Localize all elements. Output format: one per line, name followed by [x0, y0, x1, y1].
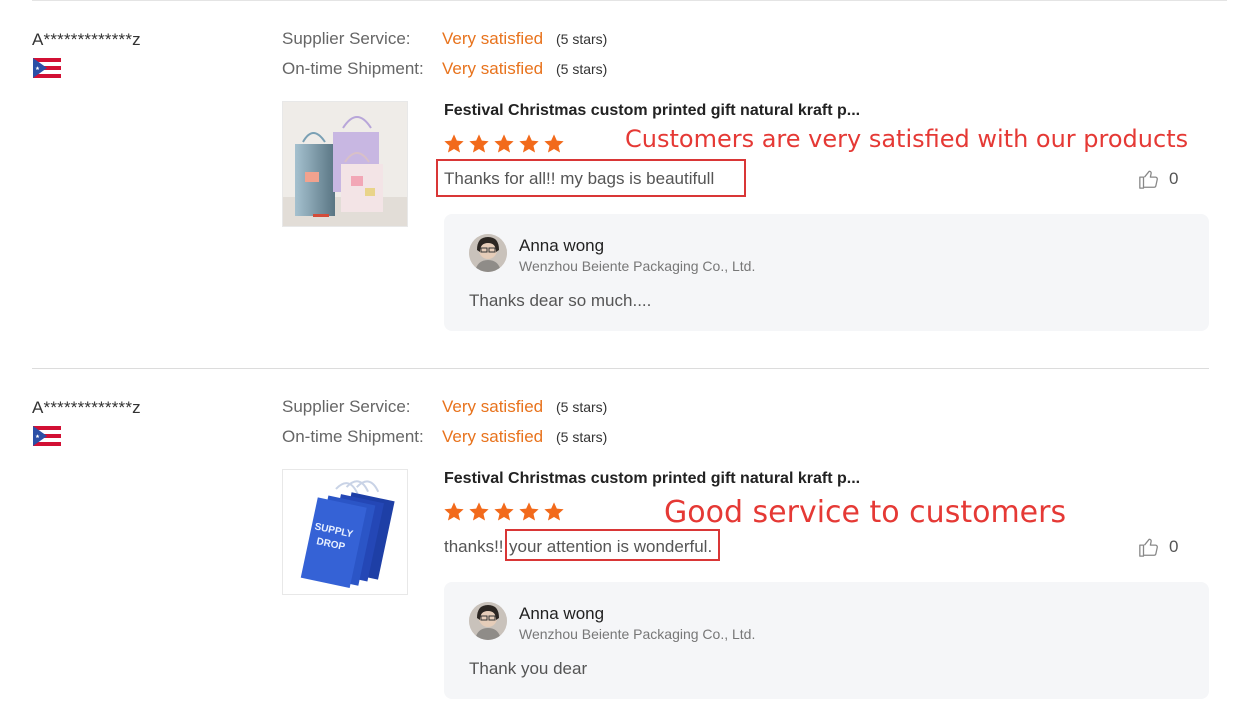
annotation-text: Customers are very satisfied with our pr…: [625, 125, 1189, 153]
rating-value: Very satisfied: [442, 59, 544, 78]
thumbs-up-icon: [1139, 538, 1158, 557]
star-icon: [519, 134, 539, 153]
star-icon: [494, 502, 514, 521]
star-icon: [544, 502, 564, 521]
thumbs-up-icon: [1139, 170, 1158, 189]
star-icon: [519, 502, 539, 521]
reviewer-name: A*************z: [32, 30, 141, 49]
like-count: 0: [1169, 537, 1179, 556]
like-count: 0: [1169, 169, 1179, 188]
review-comment: Thanks for all!! my bags is beautifull: [444, 169, 715, 188]
star-icon: [494, 134, 514, 153]
star-rating: [443, 133, 565, 157]
star-rating: [443, 501, 565, 525]
puerto-rico-flag-icon: [33, 426, 61, 446]
rating-stars-text: (5 stars): [556, 61, 608, 77]
rating-value: Very satisfied: [442, 29, 544, 48]
reply-company: Wenzhou Beiente Packaging Co., Ltd.: [519, 258, 756, 274]
star-icon: [469, 502, 489, 521]
product-title-link[interactable]: Festival Christmas custom printed gift n…: [444, 470, 860, 488]
reply-text: Thanks dear so much....: [469, 291, 652, 310]
review-comment-prefix: thanks!!: [444, 537, 504, 556]
like-button[interactable]: 0: [1138, 536, 1178, 558]
supplier-reply: Anna wong Wenzhou Beiente Packaging Co.,…: [444, 582, 1209, 699]
star-icon: [444, 134, 464, 153]
rating-label: Supplier Service:: [282, 29, 411, 48]
review-comment: your attention is wonderful.: [509, 537, 713, 556]
rating-stars-text: (5 stars): [556, 31, 608, 47]
reply-company: Wenzhou Beiente Packaging Co., Ltd.: [519, 626, 756, 642]
rating-stars-text: (5 stars): [556, 399, 608, 415]
star-icon: [544, 134, 564, 153]
avatar: [469, 234, 507, 272]
rating-label: On-time Shipment:: [282, 59, 424, 78]
star-icon: [469, 134, 489, 153]
rating-value: Very satisfied: [442, 427, 544, 446]
product-thumbnail[interactable]: [282, 101, 408, 227]
rating-stars-text: (5 stars): [556, 429, 608, 445]
review-divider: [32, 368, 1209, 369]
annotation-text: Good service to customers: [664, 495, 1067, 530]
supplier-reply: Anna wong Wenzhou Beiente Packaging Co.,…: [444, 214, 1209, 331]
rating-label: On-time Shipment:: [282, 427, 424, 446]
reviewer-name: A*************z: [32, 398, 141, 417]
product-title-link[interactable]: Festival Christmas custom printed gift n…: [444, 102, 860, 120]
blue-bags-image: SUPPLY DROP: [283, 470, 407, 594]
star-icon: [444, 502, 464, 521]
rating-value: Very satisfied: [442, 397, 544, 416]
reply-author-name: Anna wong: [519, 604, 605, 623]
puerto-rico-flag-icon: [33, 58, 61, 78]
reply-author-name: Anna wong: [519, 236, 605, 255]
gift-bags-image: [283, 102, 407, 226]
top-divider: [32, 0, 1227, 1]
like-button[interactable]: 0: [1138, 168, 1178, 190]
avatar: [469, 602, 507, 640]
product-thumbnail[interactable]: SUPPLY DROP: [282, 469, 408, 595]
reply-text: Thank you dear: [469, 659, 588, 678]
rating-label: Supplier Service:: [282, 397, 411, 416]
